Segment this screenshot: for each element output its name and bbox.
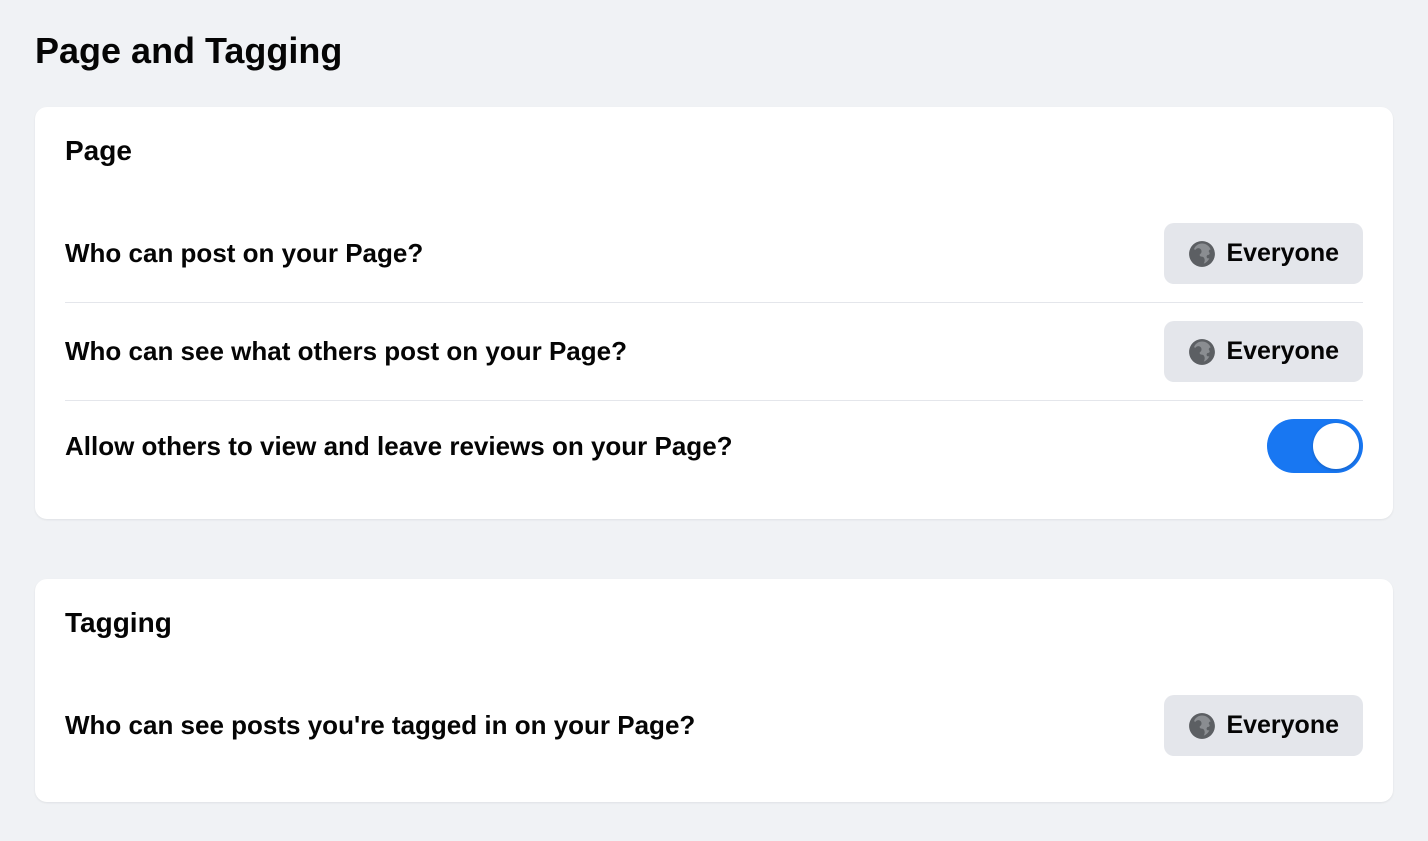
who-can-see-others-selector[interactable]: Everyone xyxy=(1164,321,1363,382)
who-can-see-others-value: Everyone xyxy=(1226,337,1339,366)
globe-icon xyxy=(1188,712,1216,740)
who-can-post-label: Who can post on your Page? xyxy=(65,238,423,269)
allow-reviews-row: Allow others to view and leave reviews o… xyxy=(65,401,1363,491)
toggle-knob xyxy=(1313,423,1359,469)
who-can-see-others-label: Who can see what others post on your Pag… xyxy=(65,336,627,367)
who-can-see-others-row: Who can see what others post on your Pag… xyxy=(65,303,1363,401)
tagging-section-title: Tagging xyxy=(65,607,1363,639)
who-can-post-value: Everyone xyxy=(1226,239,1339,268)
who-can-post-row: Who can post on your Page? Everyone xyxy=(65,205,1363,303)
who-see-tagged-label: Who can see posts you're tagged in on yo… xyxy=(65,710,695,741)
page-section-card: Page Who can post on your Page? Everyone… xyxy=(35,107,1393,519)
who-see-tagged-selector[interactable]: Everyone xyxy=(1164,695,1363,756)
who-see-tagged-value: Everyone xyxy=(1226,711,1339,740)
allow-reviews-toggle[interactable] xyxy=(1267,419,1363,473)
who-can-post-selector[interactable]: Everyone xyxy=(1164,223,1363,284)
globe-icon xyxy=(1188,240,1216,268)
tagging-section-card: Tagging Who can see posts you're tagged … xyxy=(35,579,1393,802)
globe-icon xyxy=(1188,338,1216,366)
who-see-tagged-row: Who can see posts you're tagged in on yo… xyxy=(65,677,1363,774)
page-title: Page and Tagging xyxy=(35,30,1393,72)
allow-reviews-label: Allow others to view and leave reviews o… xyxy=(65,431,733,462)
page-section-title: Page xyxy=(65,135,1363,167)
